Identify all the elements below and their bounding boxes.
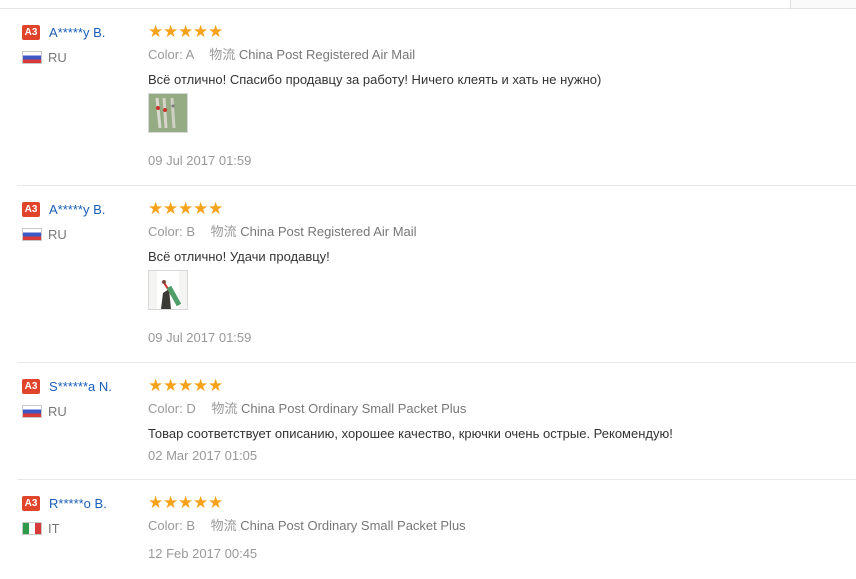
buyer-name[interactable]: S******a N. (49, 379, 112, 394)
buyer-name[interactable]: R*****o B. (49, 496, 107, 511)
buyer-country: IT (48, 521, 60, 536)
star-icon: ★ (178, 199, 194, 218)
star-icon: ★ (208, 376, 224, 395)
buyer-country: RU (48, 50, 67, 65)
color-value: B (186, 224, 195, 239)
star-icon: ★ (193, 493, 209, 512)
buyer-country: RU (48, 227, 67, 242)
logistics-method: China Post Ordinary Small Packet Plus (240, 401, 467, 416)
top-divider (0, 8, 856, 9)
review-text: Товар соответствует описанию, хорошее ка… (148, 426, 673, 441)
review-text: Всё отлично! Удачи продавцу! (148, 249, 330, 264)
buyer-level-badge: A3 (22, 25, 40, 40)
photo-hand-lure-image (149, 271, 187, 309)
buyer-level-badge: A3 (22, 496, 40, 511)
review-date: 09 Jul 2017 01:59 (148, 330, 252, 345)
color-label: Color: (148, 518, 183, 533)
star-icon: ★ (163, 376, 179, 395)
review-divider (17, 479, 856, 480)
buyer-country: RU (48, 404, 67, 419)
rating-stars: ★ ★ ★ ★ ★ (148, 200, 223, 217)
logistics-method: China Post Ordinary Small Packet Plus (240, 518, 466, 533)
star-icon: ★ (208, 199, 224, 218)
review-date: 02 Mar 2017 01:05 (148, 448, 258, 463)
star-icon: ★ (178, 22, 194, 41)
rating-stars: ★ ★ ★ ★ ★ (148, 377, 223, 394)
flag-it-icon (22, 522, 42, 535)
flag-ru-icon (22, 51, 42, 64)
review-divider (17, 185, 856, 186)
review-text: Всё отлично! Спасибо продавцу за работу!… (148, 72, 602, 87)
review-divider (17, 362, 856, 363)
star-icon: ★ (163, 22, 179, 41)
flag-ru-icon (22, 228, 42, 241)
logistics-label: 物流 (210, 518, 237, 533)
logistics-label: 物流 (211, 401, 238, 416)
color-label: Color: (148, 224, 183, 239)
star-icon: ★ (178, 376, 194, 395)
order-info: Color: B 物流 China Post Registered Air Ma… (148, 224, 417, 240)
star-icon: ★ (163, 199, 179, 218)
color-value: A (185, 47, 194, 62)
photo-lures-image (149, 94, 187, 132)
order-info: Color: B 物流 China Post Ordinary Small Pa… (148, 518, 466, 534)
buyer-name[interactable]: A*****y B. (49, 202, 105, 217)
review-photo-thumbnail[interactable] (148, 93, 188, 133)
top-control-edge[interactable] (790, 0, 856, 9)
star-icon: ★ (193, 199, 209, 218)
star-icon: ★ (208, 22, 224, 41)
buyer-level-badge: A3 (22, 379, 40, 394)
logistics-method: China Post Registered Air Mail (240, 224, 417, 239)
review-item: A3 A*****y B. RU ★ ★ ★ ★ ★ Color: B 物流 China… (0, 200, 856, 363)
star-icon: ★ (178, 493, 194, 512)
order-info: Color: A 物流 China Post Registered Air Ma… (148, 47, 415, 63)
star-icon: ★ (193, 22, 209, 41)
star-icon: ★ (193, 376, 209, 395)
flag-ru-icon (22, 405, 42, 418)
review-photo-thumbnail[interactable] (148, 270, 188, 310)
review-item: A3 S******a N. RU ★ ★ ★ ★ ★ Color: D 物流 Chin… (0, 377, 856, 480)
star-icon: ★ (148, 199, 164, 218)
buyer-level-badge: A3 (22, 202, 40, 217)
color-value: D (186, 401, 196, 416)
buyer-name[interactable]: A*****y B. (49, 25, 105, 40)
order-info: Color: D 物流 China Post Ordinary Small Pa… (148, 401, 466, 417)
logistics-label: 物流 (210, 224, 237, 239)
color-value: B (186, 518, 195, 533)
logistics-label: 物流 (209, 47, 236, 62)
color-label: Color: (148, 401, 183, 416)
review-item: A3 A*****y B. RU ★ ★ ★ ★ ★ Color: A 物流 China… (0, 23, 856, 186)
star-icon: ★ (148, 493, 164, 512)
star-icon: ★ (163, 493, 179, 512)
logistics-method: China Post Registered Air Mail (238, 47, 416, 62)
rating-stars: ★ ★ ★ ★ ★ (148, 494, 223, 511)
color-label: Color: (148, 47, 183, 62)
review-item: A3 R*****o B. IT ★ ★ ★ ★ ★ Color: B 物流 China… (0, 494, 856, 579)
star-icon: ★ (148, 22, 164, 41)
star-icon: ★ (208, 493, 224, 512)
review-date: 09 Jul 2017 01:59 (148, 153, 252, 168)
star-icon: ★ (148, 376, 164, 395)
rating-stars: ★ ★ ★ ★ ★ (148, 23, 223, 40)
review-date: 12 Feb 2017 00:45 (148, 546, 258, 561)
